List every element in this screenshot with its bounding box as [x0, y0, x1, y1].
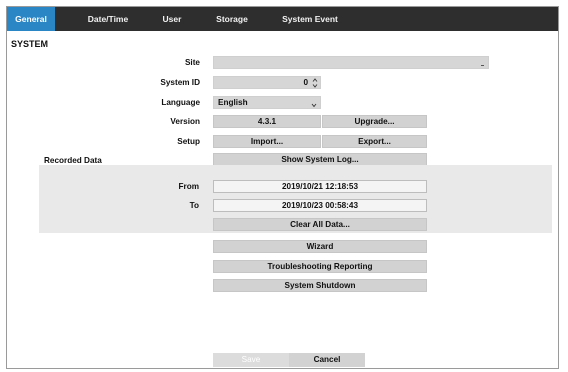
- to-date-field: 2019/10/23 00:58:43: [213, 199, 427, 212]
- version-label: Version: [170, 117, 200, 126]
- system-id-value: 0: [303, 78, 308, 87]
- tab-bar: General Date/Time User Storage System Ev…: [7, 7, 558, 31]
- export-button[interactable]: Export...: [322, 135, 427, 148]
- section-title: SYSTEM: [11, 39, 49, 49]
- dropdown-arrow-icon: [311, 103, 317, 108]
- system-id-label: System ID: [160, 78, 200, 87]
- tab-user[interactable]: User: [157, 7, 187, 31]
- tab-storage[interactable]: Storage: [212, 7, 252, 31]
- to-label: To: [189, 201, 199, 210]
- site-input[interactable]: [213, 56, 489, 69]
- import-button[interactable]: Import...: [213, 135, 321, 148]
- upgrade-button[interactable]: Upgrade...: [322, 115, 427, 128]
- site-label: Site: [184, 58, 200, 67]
- setup-label: Setup: [177, 137, 200, 146]
- tab-general[interactable]: General: [7, 7, 55, 31]
- cancel-button[interactable]: Cancel: [289, 353, 365, 367]
- tab-system-event[interactable]: System Event: [277, 7, 343, 31]
- save-button[interactable]: Save: [213, 353, 289, 367]
- from-date-field: 2019/10/21 12:18:53: [213, 180, 427, 193]
- spinner-arrows-icon[interactable]: [312, 77, 318, 89]
- recorded-data-label: Recorded Data: [44, 156, 102, 165]
- wizard-button[interactable]: Wizard: [213, 240, 427, 253]
- language-select[interactable]: English: [213, 96, 321, 109]
- tab-date-time[interactable]: Date/Time: [79, 7, 137, 31]
- version-value: 4.3.1: [213, 115, 321, 128]
- system-shutdown-button[interactable]: System Shutdown: [213, 279, 427, 292]
- language-label: Language: [161, 98, 200, 107]
- clear-all-data-button[interactable]: Clear All Data...: [213, 218, 427, 231]
- recorded-data-panel: From 2019/10/21 12:18:53 To 2019/10/23 0…: [39, 165, 552, 233]
- troubleshooting-reporting-button[interactable]: Troubleshooting Reporting: [213, 260, 427, 273]
- language-value: English: [218, 98, 248, 107]
- system-settings-window: General Date/Time User Storage System Ev…: [6, 6, 559, 369]
- text-cursor-icon: [481, 65, 484, 66]
- from-label: From: [178, 182, 199, 191]
- system-id-input[interactable]: 0: [213, 76, 321, 89]
